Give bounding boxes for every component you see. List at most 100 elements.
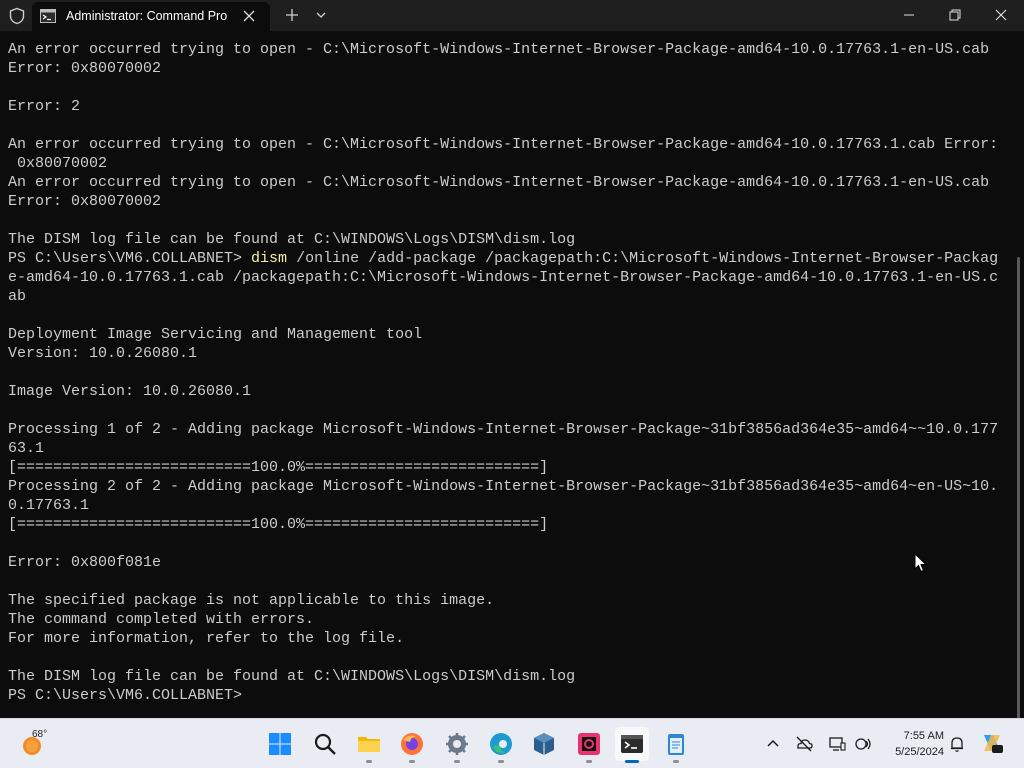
copilot-icon[interactable]: [980, 731, 1004, 755]
terminal-line: The specified package is not applicable …: [8, 591, 1008, 610]
line-text: Error: 0x80070002: [8, 60, 162, 77]
close-window-button[interactable]: [978, 0, 1024, 31]
virtualbox-icon: [534, 733, 554, 755]
line-text: Processing 2 of 2 - Adding package Micro…: [8, 478, 999, 495]
terminal-line: Processing 2 of 2 - Adding package Micro…: [8, 477, 1008, 496]
terminal-line: e-amd64-10.0.17763.1.cab /packagepath:C:…: [8, 268, 1008, 287]
scrollbar-thumb[interactable]: [1017, 257, 1020, 718]
tab-title: Administrator: Command Pro: [66, 9, 228, 23]
line-text: An error occurred trying to open - C:\Mi…: [8, 136, 999, 153]
terminal-line: Deployment Image Servicing and Managemen…: [8, 325, 1008, 344]
file-explorer-button[interactable]: [352, 727, 386, 763]
terminal-line: Error: 0x800f081e: [8, 553, 1008, 572]
terminal-line: PS C:\Users\VM6.COLLABNET>: [8, 686, 1008, 705]
line-text: An error occurred trying to open - C:\Mi…: [8, 174, 990, 191]
terminal-line: 63.1: [8, 439, 1008, 458]
terminal-line: ab: [8, 287, 1008, 306]
network-volume-icon[interactable]: [854, 735, 872, 753]
line-text: An error occurred trying to open - C:\Mi…: [8, 41, 990, 58]
running-indicator: [409, 760, 415, 763]
clock-date[interactable]: 5/25/2024: [878, 746, 944, 758]
terminal-line: The DISM log file can be found at C:\WIN…: [8, 230, 1008, 249]
close-icon: [995, 9, 1007, 21]
notepad-icon: [668, 734, 684, 755]
minimize-button[interactable]: [886, 0, 932, 31]
line-text: Error: 2: [8, 98, 81, 115]
line-text: 0.17763.1: [8, 497, 90, 514]
prompt: PS C:\Users\VM6.COLLABNET>: [8, 250, 252, 267]
active-indicator: [625, 760, 639, 763]
line-text: Error: 0x80070002: [8, 193, 162, 210]
terminal-pane[interactable]: An error occurred trying to open - C:\Mi…: [0, 31, 1024, 718]
line-text: Processing 1 of 2 - Adding package Micro…: [8, 421, 999, 438]
terminal-line: 0x80070002: [8, 154, 1008, 173]
jetbrains-icon: [578, 733, 600, 755]
edge-button[interactable]: [484, 727, 518, 763]
firefox-icon: [401, 733, 423, 755]
line-text: ab: [8, 288, 27, 305]
firefox-button[interactable]: [395, 727, 429, 763]
display-icon[interactable]: [828, 735, 846, 753]
terminal-line: [==========================100.0%=======…: [8, 515, 1008, 534]
onedrive-icon[interactable]: [795, 735, 813, 753]
terminal-line: Error: 0x80070002: [8, 59, 1008, 78]
terminal-icon: [40, 9, 56, 23]
terminal-line: An error occurred trying to open - C:\Mi…: [8, 173, 1008, 192]
settings-button[interactable]: [440, 727, 474, 763]
chevron-down-icon[interactable]: [315, 9, 327, 21]
new-tab-plus-icon[interactable]: [284, 7, 300, 23]
weather-temperature: 68°: [32, 729, 48, 740]
terminal-button[interactable]: [615, 727, 649, 763]
windows-start-icon: [269, 733, 291, 755]
restore-icon: [949, 9, 961, 21]
terminal-line: An error occurred trying to open - C:\Mi…: [8, 135, 1008, 154]
terminal-line: Error: 0x80070002: [8, 192, 1008, 211]
minimize-icon: [904, 14, 914, 16]
terminal-line: 0.17763.1: [8, 496, 1008, 515]
command-keyword: dism: [251, 250, 288, 267]
line-text: Image Version: 10.0.26080.1: [8, 383, 252, 400]
line-text: Error: 0x800f081e: [8, 554, 162, 571]
line-text: e-amd64-10.0.17763.1.cab /packagepath:C:…: [8, 269, 999, 286]
notepad-button[interactable]: [659, 727, 693, 763]
running-indicator: [454, 760, 460, 763]
terminal-line: [==========================100.0%=======…: [8, 458, 1008, 477]
close-icon[interactable]: [242, 9, 256, 23]
line-text: Deployment Image Servicing and Managemen…: [8, 326, 423, 343]
line-text: The command completed with errors.: [8, 611, 315, 628]
line-text: PS C:\Users\VM6.COLLABNET>: [8, 687, 243, 704]
line-text: 63.1: [8, 440, 45, 457]
running-indicator: [366, 760, 372, 763]
running-indicator: [586, 760, 592, 763]
line-text: The DISM log file can be found at C:\WIN…: [8, 231, 576, 248]
start-button[interactable]: [263, 727, 297, 761]
shield-icon: [9, 7, 25, 25]
running-indicator: [498, 760, 504, 763]
terminal-line: PS C:\Users\VM6.COLLABNET> dism /online …: [8, 249, 1008, 268]
clock-time[interactable]: 7:55 AM: [884, 730, 944, 742]
line-text: 0x80070002: [8, 155, 108, 172]
jetbrains-button[interactable]: [572, 727, 606, 763]
line-text: [==========================100.0%=======…: [8, 459, 549, 476]
terminal-line: The DISM log file can be found at C:\WIN…: [8, 667, 1008, 686]
notification-bell-icon[interactable]: [948, 735, 966, 753]
chevron-up-icon[interactable]: [764, 735, 782, 753]
terminal-line: Version: 10.0.26080.1: [8, 344, 1008, 363]
tab-command-prompt[interactable]: Administrator: Command Pro: [32, 2, 270, 31]
terminal-line: Image Version: 10.0.26080.1: [8, 382, 1008, 401]
edge-icon: [490, 733, 512, 755]
search-button[interactable]: [308, 727, 342, 761]
taskbar: 68° 7:55 AM 5/25/2024: [0, 718, 1024, 768]
restore-button[interactable]: [932, 0, 978, 31]
virtualbox-button[interactable]: [527, 727, 561, 761]
terminal-line: Error: 2: [8, 97, 1008, 116]
title-bar: Administrator: Command Pro: [0, 0, 1024, 31]
running-indicator: [673, 760, 679, 763]
